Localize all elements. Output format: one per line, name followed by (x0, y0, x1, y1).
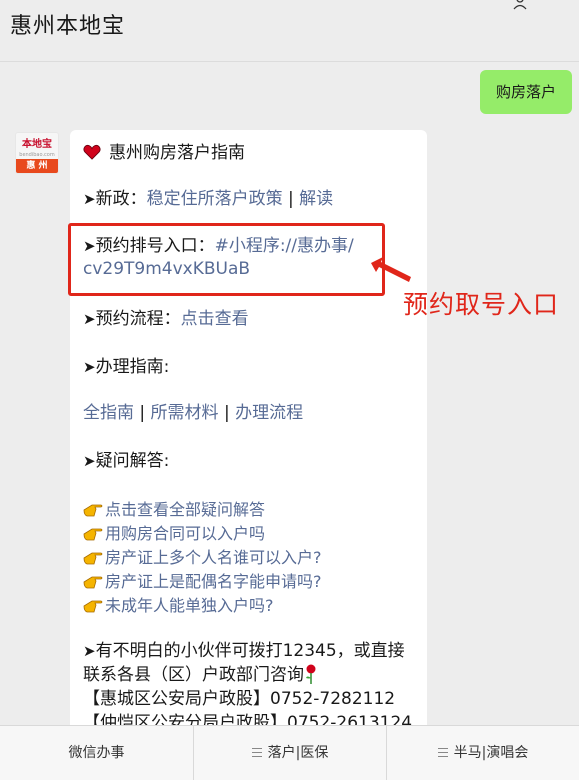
contact-line: ➤有不明白的小伙伴可拨打12345，或直接 (83, 640, 405, 663)
pointing-hand-icon (83, 528, 103, 541)
message-title: 惠州购房落户指南 (109, 143, 245, 163)
faq-item[interactable]: 房产证上是配偶名字能申请吗? (83, 570, 322, 593)
faq-item[interactable]: 房产证上多个人名谁可以入户? (83, 546, 322, 569)
faq-link[interactable]: 房产证上多个人名谁可以入户? (105, 548, 322, 567)
faq-link[interactable]: 未成年人能单独入户吗? (105, 596, 274, 615)
faq-link[interactable]: 点击查看全部疑问解答 (105, 500, 265, 519)
required-materials-link[interactable]: 所需材料 (151, 403, 219, 423)
contact-text-2: 联系各县（区）户政部门咨询 (83, 665, 304, 685)
new-policy-link[interactable]: 稳定住所落户政策 (147, 189, 283, 209)
chat-title: 惠州本地宝 (10, 14, 126, 39)
bottom-menu-bar: 微信办事 落户|医保 半马|演唱会 (0, 725, 579, 780)
faq-link[interactable]: 用购房合同可以入户吗 (105, 524, 265, 543)
contact-line-2: 联系各县（区）户政部门咨询 (83, 664, 318, 687)
account-avatar[interactable]: 本地宝 bendibao.com 惠 州 (15, 132, 59, 174)
faq-item[interactable]: 用购房合同可以入户吗 (83, 522, 265, 545)
arrow-bullet-icon: ➤ (83, 310, 96, 328)
pointing-hand-icon (83, 552, 103, 565)
separator: | (139, 403, 146, 423)
menu-wechat-services[interactable]: 微信办事 (0, 726, 193, 780)
arrow-bullet-icon: ➤ (83, 452, 96, 470)
view-process-link[interactable]: 点击查看 (181, 309, 249, 329)
avatar-logo-text: 本地宝 (22, 139, 52, 150)
chat-header: 惠州本地宝 (0, 0, 579, 62)
menu-settle-insurance[interactable]: 落户|医保 (194, 726, 386, 780)
huicheng-phone: 【惠城区公安局户政股】0752-7282112 (83, 689, 396, 709)
reply-message-bubble: 惠州购房落户指南 ➤新政：稳定住所落户政策 | 解读 ➤预约排号入口：#小程序:… (70, 130, 427, 725)
phone-line: 【惠城区公安局户政股】0752-7282112 (83, 688, 395, 711)
separator: | (223, 403, 230, 423)
heart-icon (83, 144, 101, 160)
new-policy-line: ➤新政：稳定住所落户政策 | 解读 (83, 188, 333, 211)
guide-heading: ➤办理指南: (83, 356, 169, 379)
zhongkai-phone: 【仲恺区公安分局户政股】0752-2613124 (83, 713, 413, 725)
new-policy-label: 新政： (95, 189, 147, 209)
highlight-box (68, 223, 385, 296)
faq-item[interactable]: 未成年人能单独入户吗? (83, 594, 274, 617)
faq-label: 疑问解答: (95, 451, 170, 471)
separator: | (287, 189, 294, 209)
pointing-hand-icon (83, 576, 103, 589)
phone-line-2: 【仲恺区公安分局户政股】0752-2613124 (83, 712, 412, 725)
process-label: 预约流程： (95, 309, 181, 329)
red-arrow-icon (371, 257, 411, 282)
faq-link[interactable]: 房产证上是配偶名字能申请吗? (105, 572, 322, 591)
menu-label: 微信办事 (68, 745, 125, 761)
menu-marathon-concert[interactable]: 半马|演唱会 (387, 726, 579, 780)
annotation-label: 预约取号入口 (403, 290, 560, 319)
process-line: ➤预约流程：点击查看 (83, 308, 249, 331)
policy-interpretation-link[interactable]: 解读 (299, 189, 333, 209)
menu-label: 落户|医保 (267, 745, 329, 761)
procedure-link[interactable]: 办理流程 (235, 403, 303, 423)
pointing-hand-icon (83, 504, 103, 517)
faq-heading: ➤疑问解答: (83, 450, 169, 473)
avatar-logo-domain: bendibao.com (19, 152, 55, 158)
message-title-line: 惠州购房落户指南 (83, 142, 245, 165)
guide-links-line: 全指南 | 所需材料 | 办理流程 (83, 402, 303, 425)
arrow-bullet-icon: ➤ (83, 358, 96, 376)
chat-area[interactable]: 购房落户 本地宝 bendibao.com 惠 州 惠州购房落户指南 ➤新政：稳… (0, 62, 579, 725)
menu-list-icon (437, 748, 448, 757)
contact-text: 有不明白的小伙伴可拨打12345，或直接 (95, 641, 405, 661)
arrow-bullet-icon: ➤ (83, 642, 96, 660)
person-icon[interactable] (512, 0, 528, 10)
guide-label: 办理指南: (95, 357, 170, 377)
pointing-hand-icon (83, 600, 103, 613)
rose-icon (306, 664, 316, 684)
menu-list-icon (251, 748, 262, 757)
avatar-logo-city: 惠 州 (16, 159, 58, 173)
arrow-bullet-icon: ➤ (83, 190, 96, 208)
full-guide-link[interactable]: 全指南 (83, 403, 134, 423)
user-message-bubble[interactable]: 购房落户 (480, 70, 572, 114)
menu-label: 半马|演唱会 (453, 745, 529, 761)
faq-item[interactable]: 点击查看全部疑问解答 (83, 498, 265, 521)
